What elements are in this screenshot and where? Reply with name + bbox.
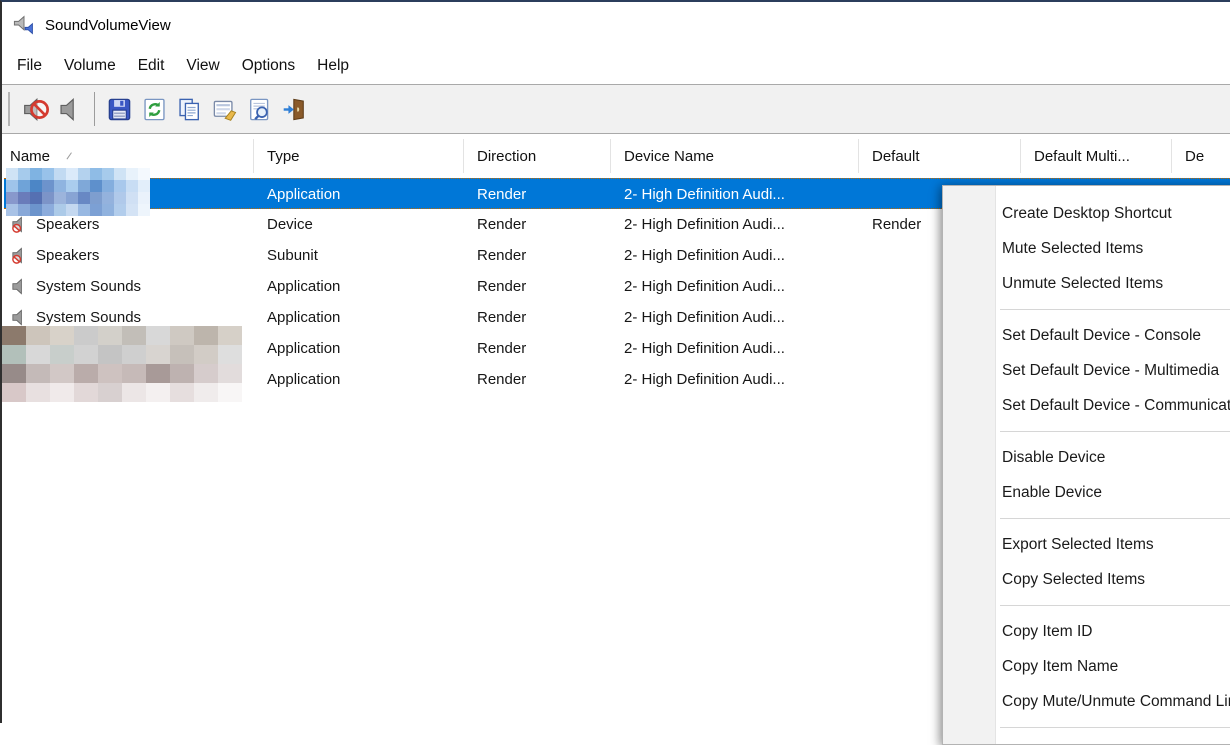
type-cell: Application [254,179,464,210]
context-menu-separator [1000,727,1230,728]
context-menu: Create Desktop ShortcutMute Selected Ite… [942,185,1230,745]
device-name-cell: 2- High Definition Audi... [611,333,859,364]
save-icon [106,96,133,123]
refresh-button[interactable] [138,92,170,126]
column-header-type[interactable]: Type [254,139,464,173]
mute-selected-button[interactable] [19,92,51,126]
speaker-muted-icon [10,246,29,265]
column-header-direction[interactable]: Direction [464,139,611,173]
unmute-selected-button[interactable] [54,92,86,126]
window-title: SoundVolumeView [45,17,171,34]
mute-speaker-icon [22,96,49,123]
type-cell: Application [254,271,464,302]
device-name-cell: 2- High Definition Audi... [611,302,859,333]
type-cell: Application [254,364,464,395]
context-menu-separator [1000,431,1230,432]
soundvolumeview-window: { "window": { "title": "SoundVolumeView"… [0,0,1230,723]
speaker-icon [10,277,29,296]
context-menu-separator [1000,518,1230,519]
direction-cell: Render [464,333,611,364]
column-header-label: Direction [477,148,536,165]
context-menu-item-copy-item-id[interactable]: Copy Item ID [943,614,1230,649]
column-header-de[interactable]: De [1172,139,1230,173]
context-menu-item-set-default-device-console[interactable]: Set Default Device - Console [943,318,1230,353]
context-menu-item-create-desktop-shortcut[interactable]: Create Desktop Shortcut [943,196,1230,231]
direction-cell: Render [464,240,611,271]
context-menu-item-copy-selected-items[interactable]: Copy Selected Items [943,562,1230,597]
direction-cell: Render [464,364,611,395]
context-menu-item-disable-device[interactable]: Disable Device [943,440,1230,475]
save-button[interactable] [103,92,135,126]
bottom-rows-name-redaction [2,326,242,402]
device-name-cell: 2- High Definition Audi... [611,209,859,240]
device-name-cell: 2- High Definition Audi... [611,364,859,395]
properties-icon [211,96,238,123]
menu-edit[interactable]: Edit [127,48,176,84]
find-button[interactable] [243,92,275,126]
context-menu-item-set-default-device-communications[interactable]: Set Default Device - Communications [943,388,1230,423]
context-menu-separator [1000,309,1230,310]
context-menu-item-copy-mute-unmute-command-lines[interactable]: Copy Mute/Unmute Command Lines [943,684,1230,719]
context-menu-item-set-default-device-multimedia[interactable]: Set Default Device - Multimedia [943,353,1230,388]
menu-options[interactable]: Options [231,48,306,84]
type-cell: Application [254,302,464,333]
name-cell: System Sounds [4,271,254,302]
speaker-icon [57,96,84,123]
type-cell: Device [254,209,464,240]
type-cell: Application [254,333,464,364]
column-header-label: Name [10,148,50,165]
refresh-icon [141,96,168,123]
column-header-label: Default Multi... [1034,148,1130,165]
context-menu-item-unmute-selected-items[interactable]: Unmute Selected Items [943,266,1230,301]
speaker-muted-icon [10,215,29,234]
column-header-label: Type [267,148,300,165]
find-icon [246,96,273,123]
copy-icon [176,96,203,123]
context-menu-item-mute-selected-items[interactable]: Mute Selected Items [943,231,1230,266]
context-menu-separator [1000,605,1230,606]
device-name-cell: 2- High Definition Audi... [611,240,859,271]
toolbar-grip[interactable] [8,92,10,126]
device-name-cell: 2- High Definition Audi... [611,271,859,302]
name-cell: Speakers [4,240,254,271]
column-header-label: De [1185,148,1204,165]
column-header-default-multi[interactable]: Default Multi... [1021,139,1172,173]
exit-button[interactable] [278,92,310,126]
item-name: Speakers [36,247,99,264]
context-menu-item-enable-device[interactable]: Enable Device [943,475,1230,510]
toolbar-separator [94,92,95,126]
device-name-cell: 2- High Definition Audi... [611,179,859,210]
type-cell: Subunit [254,240,464,271]
direction-cell: Render [464,302,611,333]
selected-row-name-redaction [6,168,150,216]
context-menu-item-copy-item-name[interactable]: Copy Item Name [943,649,1230,684]
menu-help[interactable]: Help [306,48,360,84]
exit-icon [281,96,308,123]
context-menu-item-export-selected-items[interactable]: Export Selected Items [943,527,1230,562]
toolbar [2,84,1230,134]
column-header-label: Default [872,148,920,165]
column-header-default[interactable]: Default [859,139,1021,173]
column-header-device-name[interactable]: Device Name [611,139,859,173]
column-header-label: Device Name [624,148,714,165]
menu-bar: FileVolumeEditViewOptionsHelp [2,48,1230,84]
copy-button[interactable] [173,92,205,126]
title-bar[interactable]: SoundVolumeView [2,2,1230,48]
menu-volume[interactable]: Volume [53,48,127,84]
item-name: Speakers [36,216,99,233]
item-name: System Sounds [36,278,141,295]
menu-file[interactable]: File [6,48,53,84]
properties-button[interactable] [208,92,240,126]
menu-view[interactable]: View [175,48,230,84]
speaker-icon [10,308,29,327]
sort-ascending-icon [66,152,78,164]
item-name: System Sounds [36,309,141,326]
list-header: Name Type Direction Device Name Default Defau… [4,134,1230,178]
direction-cell: Render [464,179,611,210]
direction-cell: Render [464,209,611,240]
direction-cell: Render [464,271,611,302]
app-icon [12,13,36,37]
